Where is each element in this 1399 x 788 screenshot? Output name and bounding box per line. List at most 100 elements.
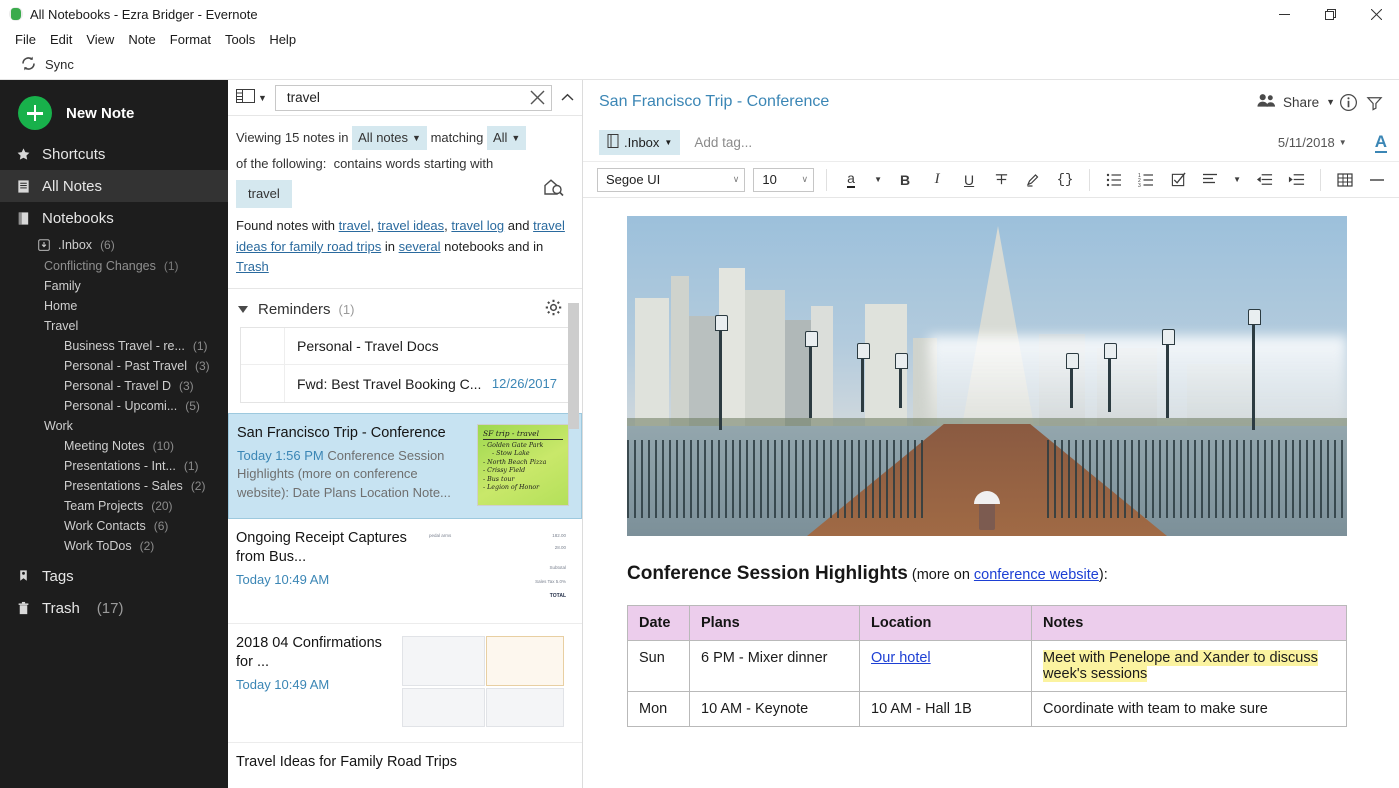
reminders-header[interactable]: Reminders (1): [228, 289, 582, 327]
outdent-icon[interactable]: [1252, 168, 1276, 192]
highlight-icon[interactable]: [1021, 168, 1045, 192]
notebook-personal-past-travel[interactable]: Personal - Past Travel (3): [0, 356, 228, 376]
table-icon[interactable]: [1333, 168, 1357, 192]
notebook-presentations-sales[interactable]: Presentations - Sales (2): [0, 476, 228, 496]
found-link-several[interactable]: several: [399, 239, 441, 254]
menu-tools[interactable]: Tools: [218, 30, 262, 49]
reminder-checkbox-gutter[interactable]: [251, 365, 285, 402]
found-link-travel-ideas[interactable]: travel ideas: [378, 218, 444, 233]
menu-view[interactable]: View: [79, 30, 121, 49]
note-info-icon[interactable]: [1335, 93, 1361, 112]
notebook-inbox[interactable]: .Inbox (6): [0, 234, 228, 256]
italic-icon[interactable]: I: [925, 168, 949, 192]
notebook-home[interactable]: Home: [0, 296, 228, 316]
match-mode-dropdown[interactable]: All▼: [487, 126, 526, 150]
note-body[interactable]: Conference Session Highlights (more on c…: [583, 198, 1399, 788]
triangle-collapse-icon[interactable]: [238, 306, 248, 313]
sidebar-item-all-notes[interactable]: All Notes: [0, 170, 228, 202]
clear-search-icon[interactable]: [527, 88, 547, 108]
menu-note[interactable]: Note: [121, 30, 162, 49]
note-title[interactable]: San Francisco Trip - Conference: [599, 93, 1257, 111]
maximize-button[interactable]: [1307, 0, 1353, 28]
search-row: ▼: [228, 80, 582, 116]
code-icon[interactable]: {}: [1053, 168, 1077, 192]
sidebar-item-notebooks[interactable]: Notebooks: [0, 202, 228, 234]
notebook-travel[interactable]: Travel: [0, 316, 228, 336]
reminder-checkbox-gutter[interactable]: [251, 328, 285, 364]
list-view-toggle[interactable]: ▼: [234, 86, 269, 109]
saved-search-icon[interactable]: [542, 176, 564, 204]
sidebar-item-tags[interactable]: Tags: [0, 560, 228, 592]
add-tag-field[interactable]: Add tag...: [694, 135, 752, 150]
collapse-search-options-icon[interactable]: [558, 93, 576, 102]
scope-dropdown[interactable]: All notes▼: [352, 126, 427, 150]
font-family-select[interactable]: Segoe UI ∨: [597, 168, 745, 192]
note-item-date: Today 10:49 AM: [236, 677, 329, 692]
search-term-chip[interactable]: travel: [236, 180, 292, 208]
table-row[interactable]: Mon 10 AM - Keynote 10 AM - Hall 1B Coor…: [628, 692, 1347, 727]
found-link-trash[interactable]: Trash: [236, 259, 269, 274]
align-icon[interactable]: [1198, 168, 1222, 192]
notebook-team-projects[interactable]: Team Projects (20): [0, 496, 228, 516]
notebook-presentations-internal[interactable]: Presentations - Int... (1): [0, 456, 228, 476]
bullet-list-icon[interactable]: [1102, 168, 1126, 192]
table-row[interactable]: Sun 6 PM - Mixer dinner Our hotel Meet w…: [628, 641, 1347, 692]
underline-icon[interactable]: U: [957, 168, 981, 192]
note-list-scrollbar[interactable]: [568, 297, 579, 767]
conference-website-link[interactable]: conference website: [974, 567, 1099, 583]
sidebar-item-trash[interactable]: Trash (17): [0, 592, 228, 624]
search-box[interactable]: [275, 85, 552, 111]
notebook-personal-upcoming[interactable]: Personal - Upcomi... (5): [0, 396, 228, 416]
gear-icon[interactable]: [545, 299, 562, 319]
share-button[interactable]: Share ▼: [1257, 93, 1335, 111]
notebook-work[interactable]: Work: [0, 416, 228, 436]
found-prefix: Found notes with: [236, 218, 335, 233]
font-color-icon[interactable]: a: [839, 168, 863, 192]
found-link-travel[interactable]: travel: [339, 218, 371, 233]
search-input[interactable]: [285, 89, 527, 106]
scrollbar-thumb[interactable]: [568, 303, 579, 429]
notebook-personal-travel-d[interactable]: Personal - Travel D (3): [0, 376, 228, 396]
horizontal-rule-icon[interactable]: [1365, 168, 1389, 192]
sidebar: New Note Shortcuts All Notes Notebooks .: [0, 80, 228, 788]
chevron-down-icon: ▼: [1326, 97, 1335, 107]
checkbox-list-icon[interactable]: [1166, 168, 1190, 192]
bold-icon[interactable]: B: [893, 168, 917, 192]
notebook-label: Team Projects: [64, 499, 143, 513]
menu-file[interactable]: File: [8, 30, 43, 49]
sync-button[interactable]: Sync: [14, 52, 80, 78]
notebook-work-contacts[interactable]: Work Contacts (6): [0, 516, 228, 536]
align-dropdown-icon[interactable]: ▼: [1230, 168, 1244, 192]
note-date-selector[interactable]: 5/11/2018 ▼: [1278, 135, 1347, 150]
notebook-count: (3): [179, 379, 194, 393]
our-hotel-link[interactable]: Our hotel: [871, 650, 931, 666]
notebook-business-travel[interactable]: Business Travel - re... (1): [0, 336, 228, 356]
notebook-selector[interactable]: .Inbox ▼: [599, 130, 680, 155]
reminder-row[interactable]: Personal - Travel Docs: [241, 328, 569, 365]
formatting-toggle-icon[interactable]: A: [1375, 133, 1387, 153]
font-size-select[interactable]: 10 ∨: [753, 168, 814, 192]
font-color-dropdown-icon[interactable]: ▼: [871, 168, 885, 192]
numbered-list-icon[interactable]: 123: [1134, 168, 1158, 192]
note-options-filter-icon[interactable]: [1361, 94, 1387, 111]
notebook-family[interactable]: Family: [0, 276, 228, 296]
sidebar-item-shortcuts[interactable]: Shortcuts: [0, 138, 228, 170]
minimize-button[interactable]: [1261, 0, 1307, 28]
close-button[interactable]: [1353, 0, 1399, 28]
note-list-item-2018-confirmations[interactable]: 2018 04 Confirmations for ... Today 10:4…: [228, 624, 582, 743]
note-meta-bar: .Inbox ▼ Add tag... 5/11/2018 ▼ A: [583, 124, 1399, 162]
note-list-item-san-francisco-trip[interactable]: San Francisco Trip - Conference Today 1:…: [228, 413, 582, 519]
note-list-item-travel-ideas[interactable]: Travel Ideas for Family Road Trips: [228, 743, 582, 784]
found-link-travel-log[interactable]: travel log: [451, 218, 504, 233]
notebook-work-todos[interactable]: Work ToDos (2): [0, 536, 228, 556]
new-note-button[interactable]: New Note: [0, 88, 228, 138]
note-list-item-ongoing-receipt[interactable]: Ongoing Receipt Captures from Bus... Tod…: [228, 519, 582, 624]
notebook-meeting-notes[interactable]: Meeting Notes (10): [0, 436, 228, 456]
strikethrough-icon[interactable]: [989, 168, 1013, 192]
reminder-row[interactable]: Fwd: Best Travel Booking C... 12/26/2017: [241, 365, 569, 402]
menu-help[interactable]: Help: [262, 30, 303, 49]
indent-icon[interactable]: [1284, 168, 1308, 192]
menu-edit[interactable]: Edit: [43, 30, 79, 49]
notebook-conflicting-changes[interactable]: Conflicting Changes (1): [0, 256, 228, 276]
menu-format[interactable]: Format: [163, 30, 218, 49]
